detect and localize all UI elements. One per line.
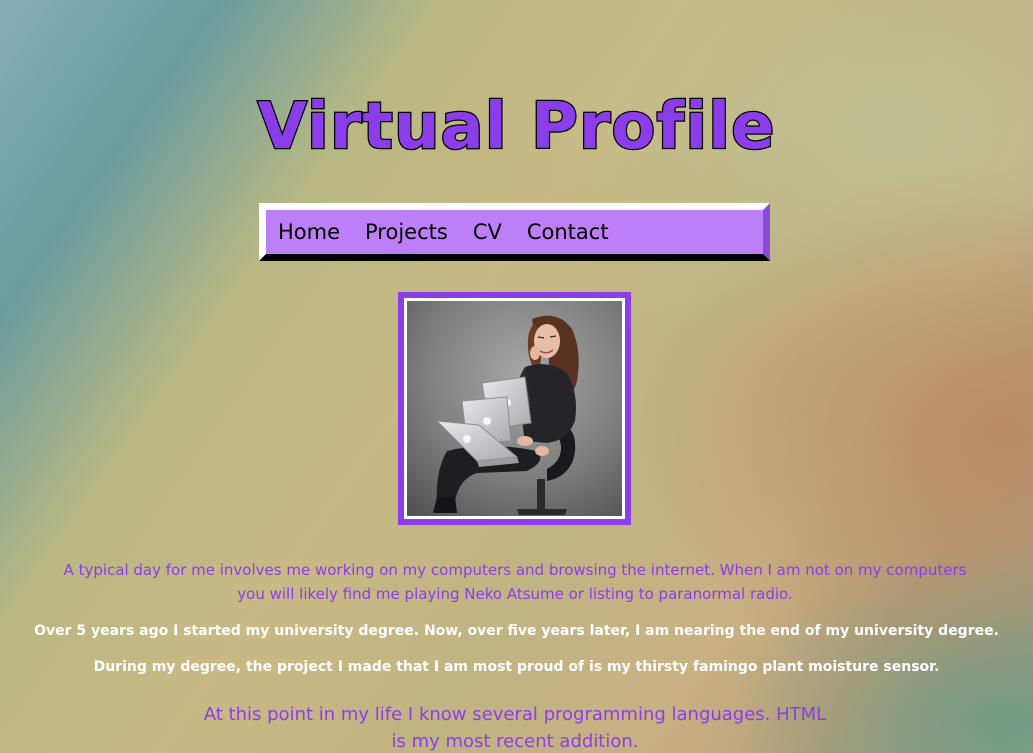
nav-link-cv[interactable]: CV — [473, 220, 502, 244]
nav-link-projects[interactable]: Projects — [365, 220, 448, 244]
languages-paragraph: At this point in my life I know several … — [203, 704, 827, 752]
nav-link-contact[interactable]: Contact — [527, 220, 609, 244]
profile-photo — [407, 301, 622, 516]
profile-photo-frame — [398, 292, 631, 525]
degree-paragraph: Over 5 years ago I started my university… — [34, 623, 999, 639]
project-paragraph: During my degree, the project I made tha… — [93, 659, 940, 675]
page-title: Virtual Profile — [256, 89, 776, 164]
intro-paragraph: A typical day for me involves me working… — [63, 561, 967, 603]
nav-link-home[interactable]: Home — [278, 220, 340, 244]
main-nav: Home Projects CV Contact — [259, 203, 770, 261]
